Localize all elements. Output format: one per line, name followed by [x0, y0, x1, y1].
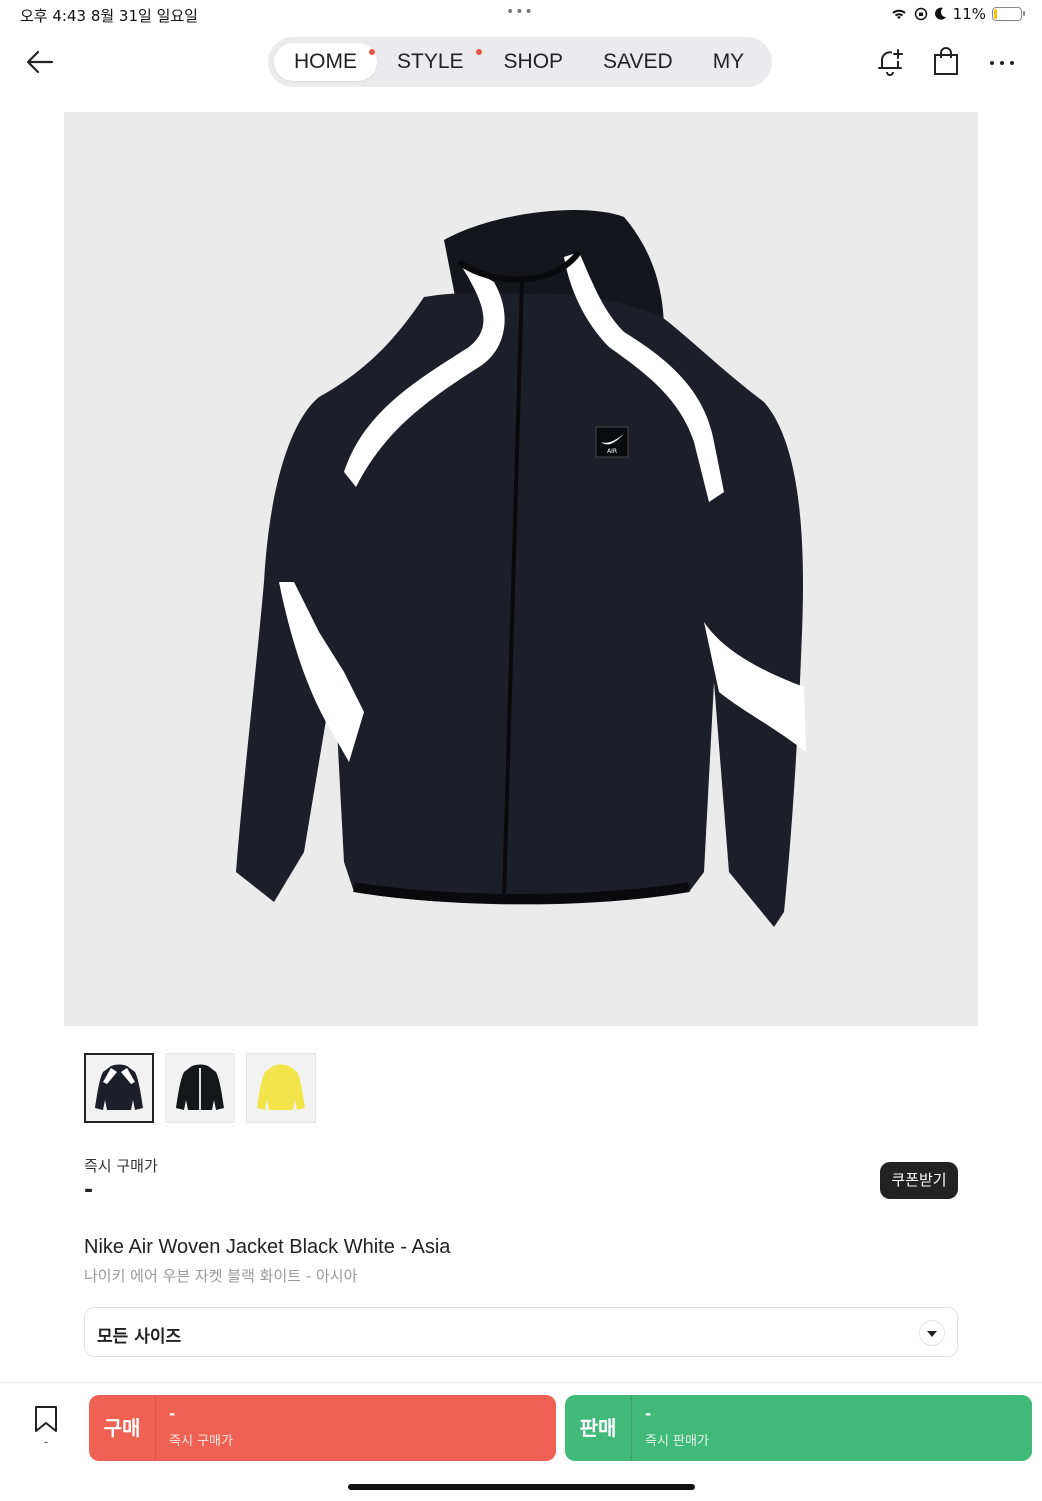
mini-jacket-icon [176, 1064, 224, 1110]
thumbnail-yellow[interactable] [246, 1053, 316, 1123]
tab-home[interactable]: HOME [274, 43, 377, 81]
multitask-dots[interactable]: ••• [506, 4, 534, 20]
buy-label: 구매 [89, 1395, 156, 1461]
status-time: 오후 4:43 8월 31일 일요일 [20, 7, 198, 25]
tab-label: SAVED [603, 50, 673, 73]
tab-label: MY [712, 50, 745, 73]
back-arrow-icon[interactable] [24, 46, 56, 78]
orientation-lock-icon [914, 7, 927, 21]
status-bar: 오후 4:43 8월 31일 일요일 ••• 11% [0, 0, 1042, 30]
tab-label: HOME [294, 50, 357, 73]
tab-label: STYLE [397, 50, 464, 73]
tab-saved[interactable]: SAVED [583, 43, 693, 81]
air-logo-text: AIR [607, 448, 617, 455]
jacket-illustration: AIR [236, 210, 806, 927]
product-name-en: Nike Air Woven Jacket Black White - Asia [84, 1236, 451, 1258]
main-nav: HOME STYLE SHOP SAVED MY [268, 37, 772, 87]
shopping-bag-icon[interactable] [930, 46, 962, 78]
product-image[interactable]: AIR [64, 112, 978, 1026]
wishlist-button[interactable]: - [30, 1405, 62, 1451]
mini-jacket-icon [257, 1064, 305, 1110]
thumbnail-strip [84, 1053, 316, 1123]
wifi-icon [891, 9, 906, 19]
size-select-value: 모든 사이즈 [97, 1327, 182, 1347]
buy-button[interactable]: 구매 - 즉시 구매가 [89, 1395, 556, 1461]
top-header: HOME STYLE SHOP SAVED MY [0, 32, 1042, 92]
price-label: 즉시 구매가 [84, 1157, 158, 1175]
home-indicator[interactable] [348, 1484, 695, 1490]
product-name-ko: 나이키 에어 우븐 자켓 블랙 화이트 - 아시아 [84, 1267, 358, 1285]
bell-plus-icon[interactable] [874, 46, 906, 78]
buy-amount: - [169, 1405, 176, 1423]
thumbnail-black-white[interactable] [84, 1053, 154, 1123]
thumbnail-black[interactable] [165, 1053, 235, 1123]
sell-button[interactable]: 판매 - 즉시 판매가 [565, 1395, 1032, 1461]
tab-my[interactable]: MY [693, 43, 765, 81]
bookmark-icon [35, 1406, 57, 1432]
new-badge-dot [369, 49, 375, 55]
battery-icon [992, 7, 1025, 21]
tab-style[interactable]: STYLE [377, 43, 484, 81]
moon-icon [934, 7, 946, 20]
tab-label: SHOP [503, 50, 564, 73]
new-badge-dot [475, 49, 482, 55]
size-select[interactable]: 모든 사이즈 [84, 1307, 958, 1357]
sell-amount: - [645, 1405, 652, 1423]
mini-jacket-icon [95, 1064, 143, 1110]
buy-sublabel: 즉시 구매가 [169, 1434, 233, 1449]
sell-label: 판매 [565, 1395, 632, 1461]
chevron-down-icon [919, 1320, 945, 1346]
battery-percent: 11% [952, 5, 986, 23]
more-icon[interactable] [986, 46, 1018, 78]
tab-shop[interactable]: SHOP [484, 43, 584, 81]
wishlist-count: - [43, 1435, 49, 1449]
status-right: 11% [890, 5, 1025, 23]
price-value: - [84, 1178, 94, 1203]
sell-sublabel: 즉시 판매가 [645, 1434, 709, 1449]
coupon-button[interactable]: 쿠폰받기 [880, 1162, 958, 1199]
